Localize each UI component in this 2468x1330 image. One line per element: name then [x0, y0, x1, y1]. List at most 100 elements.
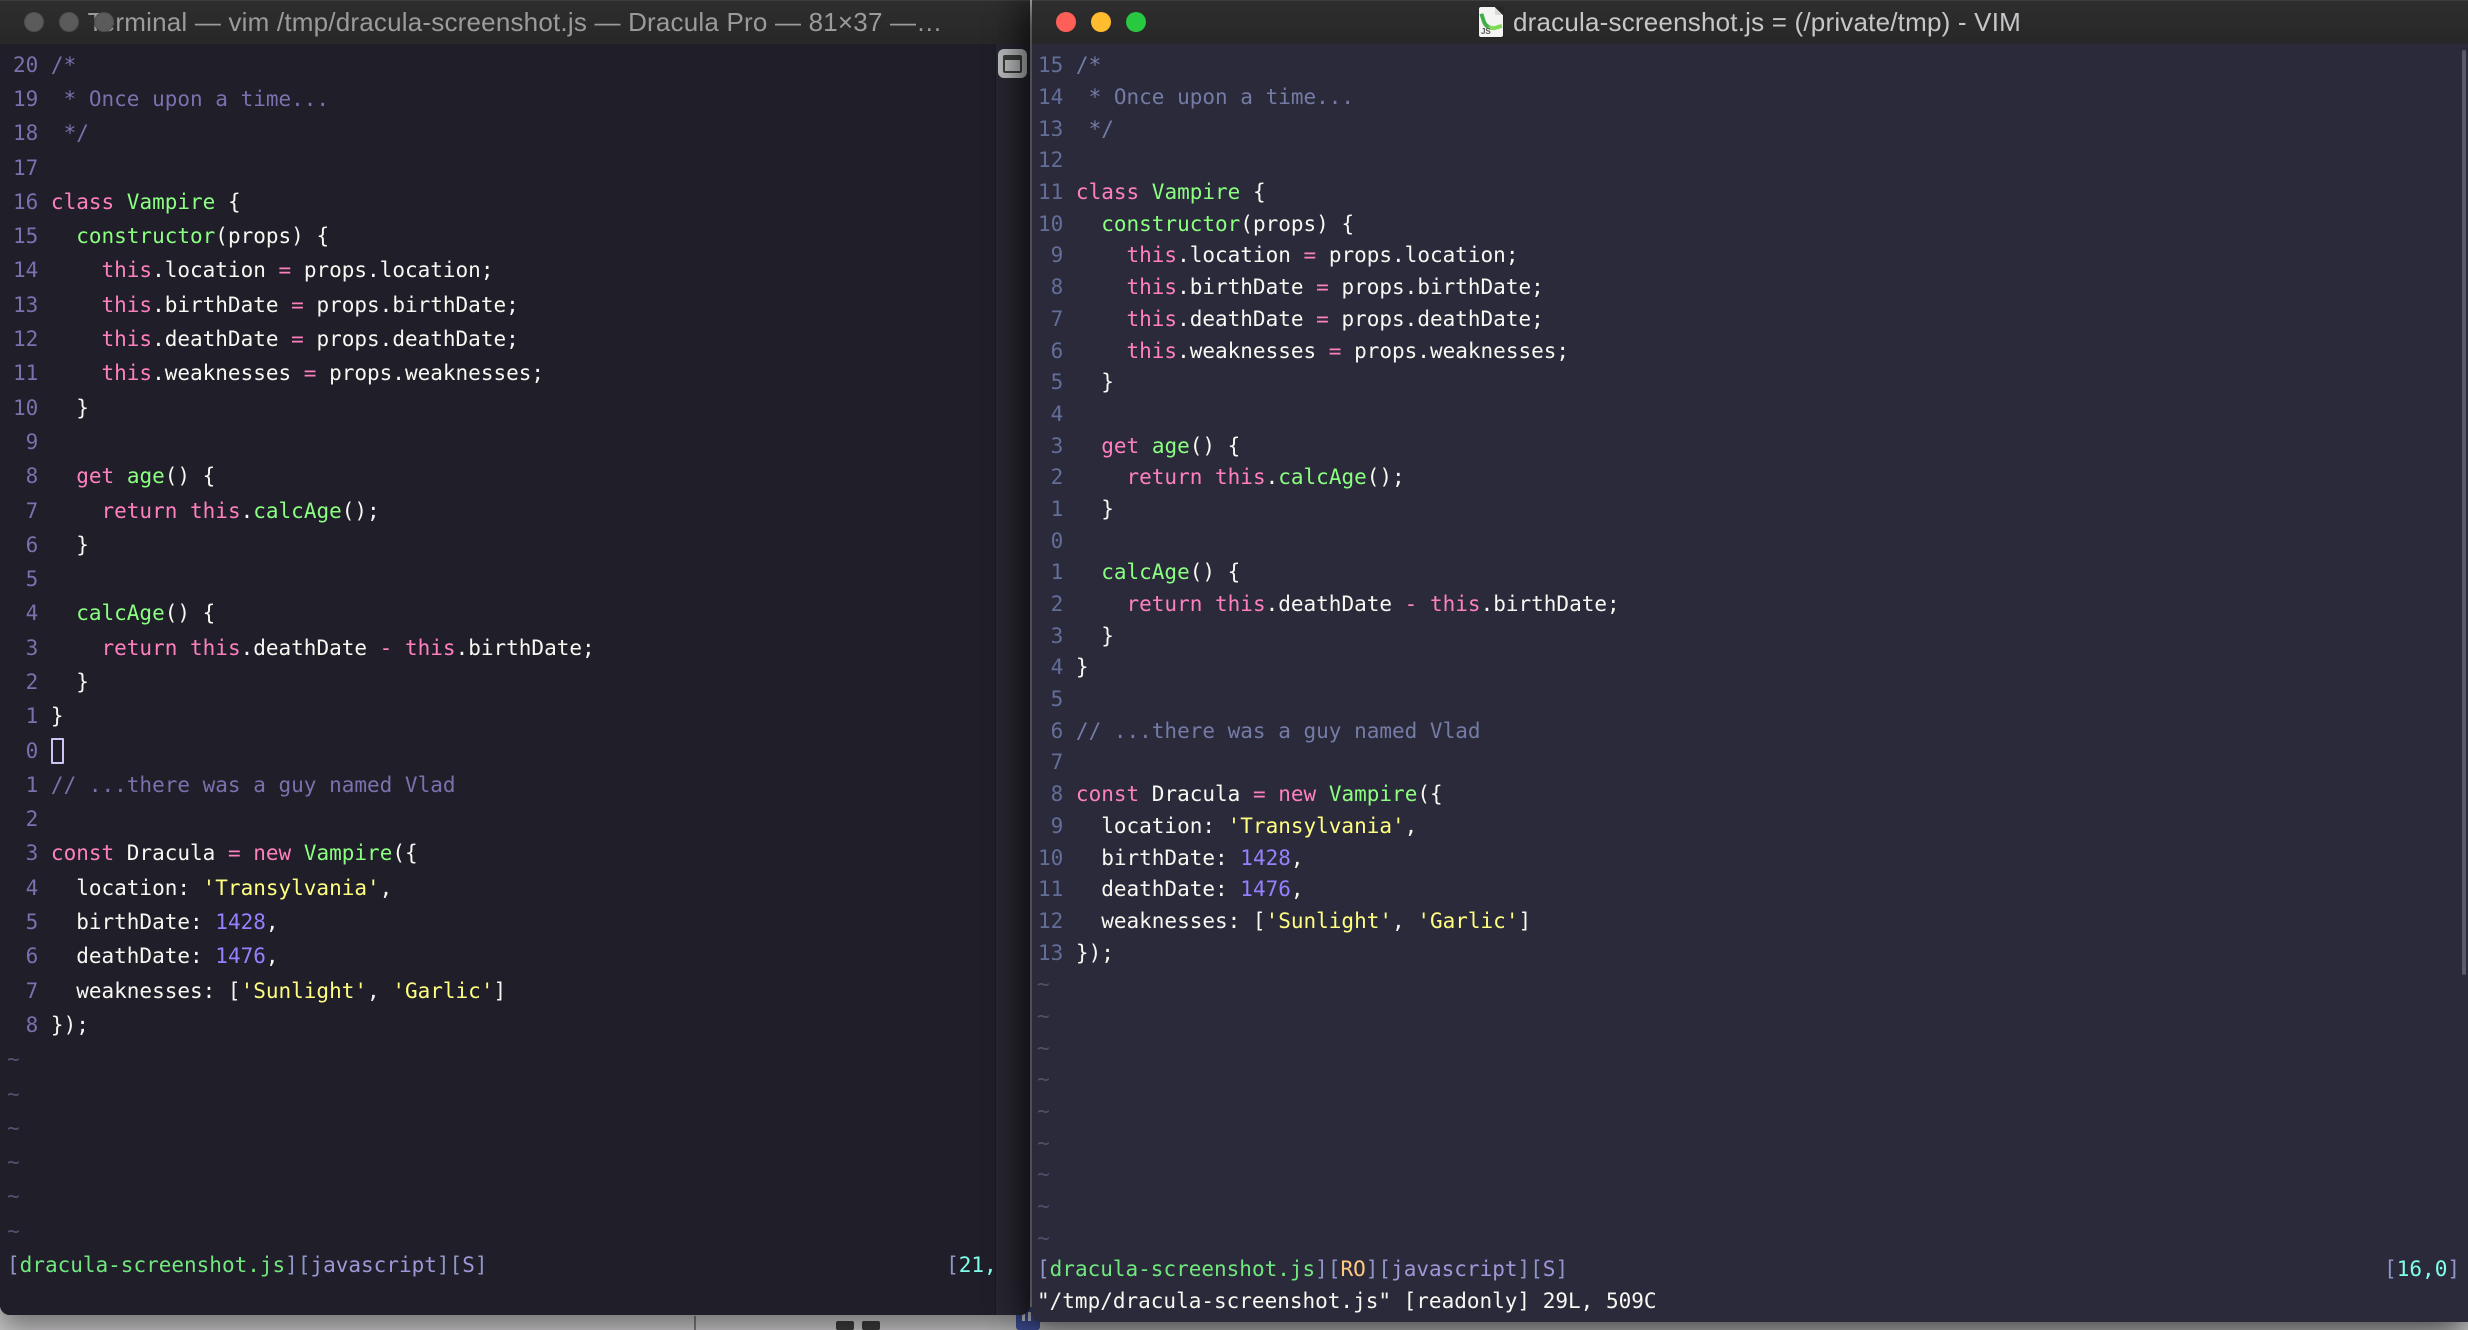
status-ruler: [16,0]: [2384, 1259, 2460, 1280]
code-segment: }: [1075, 370, 1114, 395]
line-number: 9: [1050, 243, 1064, 268]
line-number: 0: [25, 738, 39, 763]
code-line: 8});: [0, 1008, 1030, 1042]
code-segment: }: [50, 704, 64, 729]
code-line: 2 }: [0, 665, 1030, 699]
code-segment: Dracula: [114, 841, 228, 866]
tilde-line: ~: [1032, 1127, 2468, 1159]
code-segment: Vampire: [1328, 782, 1418, 807]
code-line: 9 location: 'Transylvania',: [1032, 811, 2468, 843]
code-segment: =: [1303, 243, 1317, 268]
code-segment: ({: [392, 841, 418, 866]
vim-buffer-left[interactable]: 20/* 19 * Once upon a time... 18 */17 16 cla…: [0, 44, 1030, 1315]
code-segment: new: [1278, 782, 1317, 807]
split-pane-icon[interactable]: [998, 49, 1027, 78]
vim-buffer-right[interactable]: 15/* 14 * Once upon a time... 13 */12 11 cla…: [1032, 44, 2468, 1322]
code-segment: this: [101, 327, 153, 352]
code-line: 2: [0, 803, 1030, 837]
terminal-window[interactable]: Terminal — vim /tmp/dracula-screenshot.j…: [0, 0, 1030, 1315]
code-segment: this: [190, 498, 241, 523]
macvim-window[interactable]: JS dracula-screenshot.js = (/private/tmp…: [1032, 0, 2468, 1322]
tilde-marker: ~: [1037, 1099, 1050, 1124]
desktop-fragment-mark: [862, 1321, 880, 1330]
terminal-titlebar[interactable]: Terminal — vim /tmp/dracula-screenshot.j…: [0, 0, 1030, 45]
code-line: 3 }: [1032, 620, 2468, 652]
code-segment: // ...there was a guy named Vlad: [50, 772, 456, 797]
code-line: 7 this .deathDate = props.deathDate;: [1032, 304, 2468, 336]
code-line: 11 deathDate: 1476,: [1032, 874, 2468, 906]
code-line: 3 return this .deathDate - this .birthDate…: [0, 631, 1030, 665]
macvim-scrollbar[interactable]: [2462, 50, 2466, 975]
code-segment: 1428: [1240, 845, 1291, 870]
line-number: 4: [1050, 401, 1064, 426]
minimize-button[interactable]: [1091, 12, 1111, 32]
code-segment: props.weaknesses;: [1341, 338, 1570, 363]
line-number: 6: [1050, 338, 1064, 363]
code-segment: location:: [50, 875, 203, 900]
terminal-scrollbar[interactable]: [995, 44, 1030, 1315]
code-segment: calcAge: [76, 601, 165, 626]
minimize-button[interactable]: [59, 12, 79, 32]
zoom-button[interactable]: [94, 12, 114, 32]
code-segment: .deathDate: [1177, 306, 1317, 331]
code-segment: ]: [1518, 908, 1532, 933]
line-number: 16: [13, 189, 39, 214]
line-number: 1: [25, 704, 39, 729]
line-number: 18: [13, 121, 39, 146]
code-line: 13});: [1032, 937, 2468, 969]
code-line: 7 weaknesses: ['Sunlight', 'Garlic']: [0, 974, 1030, 1008]
line-number: 5: [25, 567, 39, 592]
close-button[interactable]: [1056, 12, 1076, 32]
line-number: 8: [1050, 782, 1064, 807]
code-segment: ({: [1417, 782, 1443, 807]
tilde-line: ~: [1032, 1191, 2468, 1223]
line-number: 5: [1050, 370, 1064, 395]
code-segment: this: [101, 292, 153, 317]
code-segment: props.birthDate;: [303, 292, 519, 317]
code-segment: () {: [164, 601, 216, 626]
code-line: 12 this .deathDate = props.deathDate;: [0, 322, 1030, 356]
line-number: 10: [1038, 211, 1064, 236]
code-segment: return: [1126, 465, 1203, 490]
code-segment: class: [50, 189, 115, 214]
code-segment: [: [2384, 1257, 2397, 1282]
code-segment: [: [1037, 1257, 1050, 1282]
code-segment: this: [101, 258, 153, 283]
code-segment: }: [50, 669, 89, 694]
code-segment: .location: [152, 258, 279, 283]
desktop-fragment-mark: [836, 1321, 854, 1330]
code-segment: 16,0: [2396, 1257, 2448, 1282]
code-line: 12: [1032, 145, 2468, 177]
code-segment: ][: [285, 1253, 311, 1278]
code-segment: ]: [493, 978, 507, 1003]
code-line: 6 // ...there was a guy named Vlad: [1032, 715, 2468, 747]
code-segment: .location: [1177, 243, 1304, 268]
line-number: 19: [13, 86, 39, 111]
code-segment: .birthDate;: [455, 635, 595, 660]
code-segment: 'Sunlight': [240, 978, 368, 1003]
code-line: 11 this .weaknesses = props.weaknesses;: [0, 357, 1030, 391]
line-number: 2: [1050, 465, 1064, 490]
code-segment: */: [50, 121, 89, 146]
code-segment: weaknesses: [: [50, 978, 241, 1003]
code-line: 0: [1032, 525, 2468, 557]
zoom-button[interactable]: [1126, 12, 1146, 32]
code-segment: ]: [2447, 1257, 2460, 1282]
code-segment: constructor: [1101, 211, 1241, 236]
line-number: 3: [1050, 433, 1064, 458]
code-line: 10 birthDate: 1428,: [1032, 842, 2468, 874]
macvim-titlebar[interactable]: JS dracula-screenshot.js = (/private/tmp…: [1032, 0, 2468, 45]
close-button[interactable]: [24, 12, 44, 32]
code-segment: this: [1126, 243, 1178, 268]
code-segment: .deathDate: [240, 635, 380, 660]
code-line: 4 location: 'Transylvania',: [0, 871, 1030, 905]
code-segment: 1476: [215, 944, 266, 969]
